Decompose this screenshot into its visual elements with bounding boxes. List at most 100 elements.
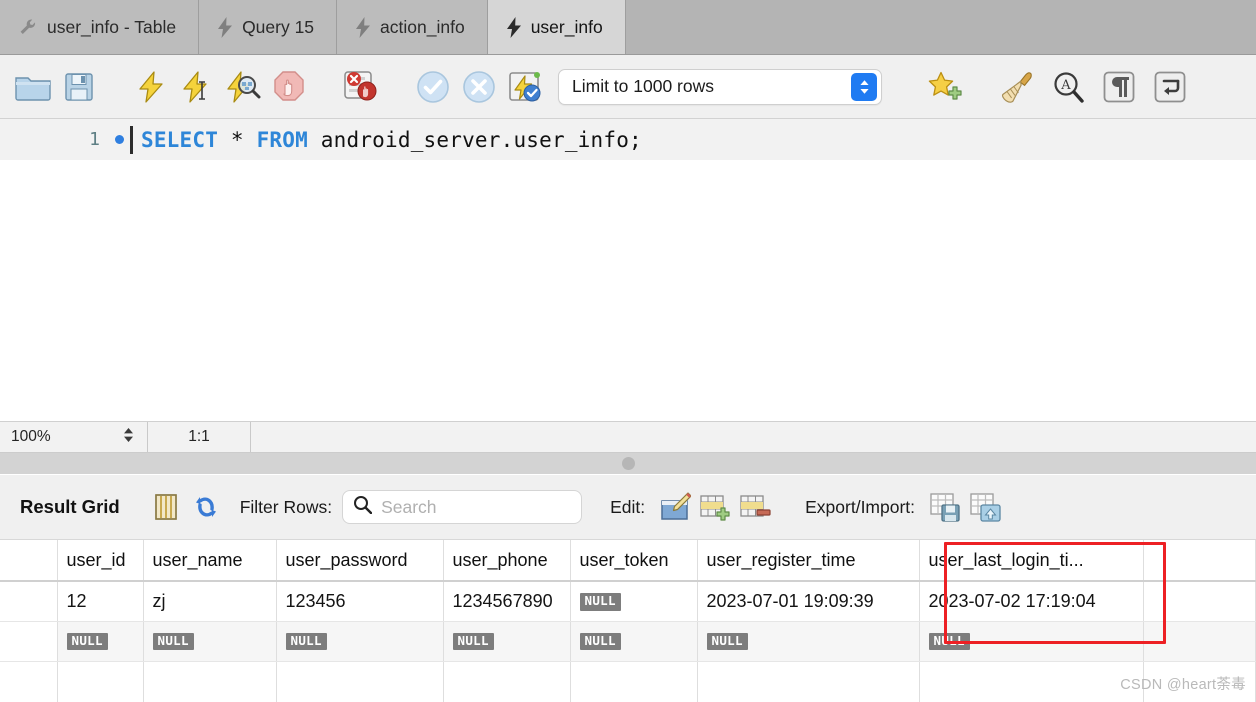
editor-line-1[interactable]: 1 SELECT * FROM android_server.user_info… (0, 119, 1256, 160)
save-snippet-button[interactable] (922, 64, 968, 110)
table-delete-row-icon (740, 495, 771, 517)
sql-editor[interactable]: 1 SELECT * FROM android_server.user_info… (0, 119, 1256, 421)
table-row[interactable]: 12 zj 123456 1234567890 NULL 2023-07-01 … (0, 581, 1256, 622)
cell-user-token[interactable]: NULL (570, 621, 698, 662)
find-button[interactable]: A (1045, 64, 1091, 110)
beautify-query-button[interactable] (994, 64, 1040, 110)
column-header-user-name[interactable]: user_name (143, 540, 277, 582)
column-header-filler (1143, 540, 1256, 582)
explain-statement-button[interactable] (220, 64, 266, 110)
autocommit-icon (509, 71, 541, 101)
cell-user-last-login-time[interactable]: 2023-07-02 17:19:04 (919, 581, 1144, 622)
cell-user-name[interactable]: zj (143, 581, 277, 622)
insert-new-row-button[interactable] (695, 487, 735, 527)
results-splitter[interactable] (0, 453, 1256, 475)
zoom-value: 100% (11, 428, 51, 445)
cell-user-id[interactable]: 12 (57, 581, 144, 622)
rollback-transaction-button[interactable] (456, 64, 502, 110)
column-header-user-register-time[interactable]: user_register_time (697, 540, 920, 582)
limit-rows-select[interactable]: Limit to 1000 rows (558, 68, 882, 105)
cell-filler (1143, 621, 1256, 662)
tab-user-info-table[interactable]: user_info - Table (0, 0, 200, 54)
zoom-control[interactable]: 100% (0, 422, 148, 452)
lightning-icon (506, 16, 522, 38)
cell-user-last-login-time[interactable]: NULL (919, 621, 1144, 662)
tab-bar-filler (625, 0, 1256, 54)
sql-keyword-from: FROM (256, 127, 308, 152)
open-sql-file-button[interactable] (10, 64, 56, 110)
null-badge: NULL (579, 633, 621, 651)
column-header-user-token[interactable]: user_token (570, 540, 698, 582)
cell-user-token[interactable]: NULL (570, 581, 698, 622)
splitter-grip[interactable] (621, 457, 635, 470)
result-table: user_id user_name user_password user_pho… (0, 540, 1256, 702)
null-badge: NULL (66, 633, 108, 651)
stepper-icon[interactable] (851, 72, 877, 101)
null-badge: NULL (452, 633, 494, 651)
table-import-icon (970, 493, 1001, 522)
result-grid-title: Result Grid (20, 496, 120, 517)
toggle-grid-view-button[interactable] (146, 487, 186, 527)
search-input[interactable] (381, 496, 572, 518)
result-grid[interactable]: user_id user_name user_password user_pho… (0, 540, 1256, 702)
cell-user-phone[interactable]: NULL (443, 621, 571, 662)
grid-view-icon (154, 494, 177, 520)
table-row-placeholder[interactable]: NULL NULL NULL NULL NULL NULL NULL (0, 621, 1256, 662)
save-sql-file-button[interactable] (56, 64, 102, 110)
tab-action-info[interactable]: action_info (337, 0, 488, 54)
tab-label: user_info (530, 16, 603, 37)
table-export-icon (930, 493, 960, 522)
edit-current-cell-button[interactable] (655, 487, 695, 527)
pilcrow-icon (1103, 71, 1135, 102)
stop-statement-button[interactable] (266, 64, 312, 110)
floppy-save-icon (65, 72, 93, 101)
toggle-autocommit-button[interactable] (502, 64, 548, 110)
toggle-stop-on-error-button[interactable] (338, 64, 384, 110)
cell-user-password[interactable]: 123456 (276, 581, 444, 622)
tab-user-info[interactable]: user_info (487, 0, 626, 54)
execute-statement-button[interactable] (128, 64, 174, 110)
wrench-icon (18, 17, 38, 37)
cell-user-register-time[interactable]: NULL (697, 621, 920, 662)
statement-marker-icon[interactable] (108, 135, 130, 144)
commit-transaction-button[interactable] (410, 64, 456, 110)
toggle-invisible-characters-button[interactable] (1096, 64, 1142, 110)
cell-user-name[interactable]: NULL (143, 621, 277, 662)
stop-on-error-icon (344, 70, 377, 100)
cell-user-id[interactable]: NULL (57, 621, 144, 662)
search-a-icon: A (1054, 71, 1084, 103)
sql-statement: SELECT * FROM android_server.user_info; (141, 128, 642, 152)
execute-current-statement-button[interactable] (174, 64, 220, 110)
cell-user-password[interactable]: NULL (276, 621, 444, 662)
stepper-icon[interactable] (122, 425, 135, 450)
row-selector[interactable] (0, 581, 58, 622)
column-header-user-last-login-time[interactable]: user_last_login_ti... (919, 540, 1144, 582)
star-plus-icon (928, 71, 962, 100)
search-icon (353, 495, 373, 519)
filter-rows-label: Filter Rows: (239, 496, 333, 517)
delete-selected-rows-button[interactable] (735, 487, 775, 527)
column-header-user-password[interactable]: user_password (276, 540, 444, 582)
cell-user-register-time[interactable]: 2023-07-01 19:09:39 (697, 581, 920, 622)
folder-icon (15, 76, 51, 101)
limit-rows-value: Limit to 1000 rows (572, 76, 715, 96)
tab-query-15[interactable]: Query 15 (199, 0, 338, 54)
tab-label: action_info (380, 16, 465, 37)
column-header-user-phone[interactable]: user_phone (443, 540, 571, 582)
lightning-icon (355, 16, 371, 38)
import-recordset-button[interactable] (965, 487, 1005, 527)
sql-star: * (218, 127, 257, 152)
sql-editor-toolbar: Limit to 1000 rows A (0, 55, 1256, 119)
filter-rows-search[interactable] (342, 490, 583, 524)
result-grid-toolbar: Result Grid Filter Rows: Edit: (0, 475, 1256, 540)
cursor-position-value: 1:1 (188, 428, 210, 445)
export-recordset-button[interactable] (925, 487, 965, 527)
row-selector[interactable] (0, 661, 58, 702)
row-selector[interactable] (0, 621, 58, 662)
toggle-word-wrap-button[interactable] (1147, 64, 1193, 110)
refresh-results-button[interactable] (186, 487, 226, 527)
row-header-corner[interactable] (0, 540, 58, 582)
sql-keyword-select: SELECT (141, 127, 219, 152)
cell-user-phone[interactable]: 1234567890 (443, 581, 571, 622)
column-header-user-id[interactable]: user_id (57, 540, 144, 582)
